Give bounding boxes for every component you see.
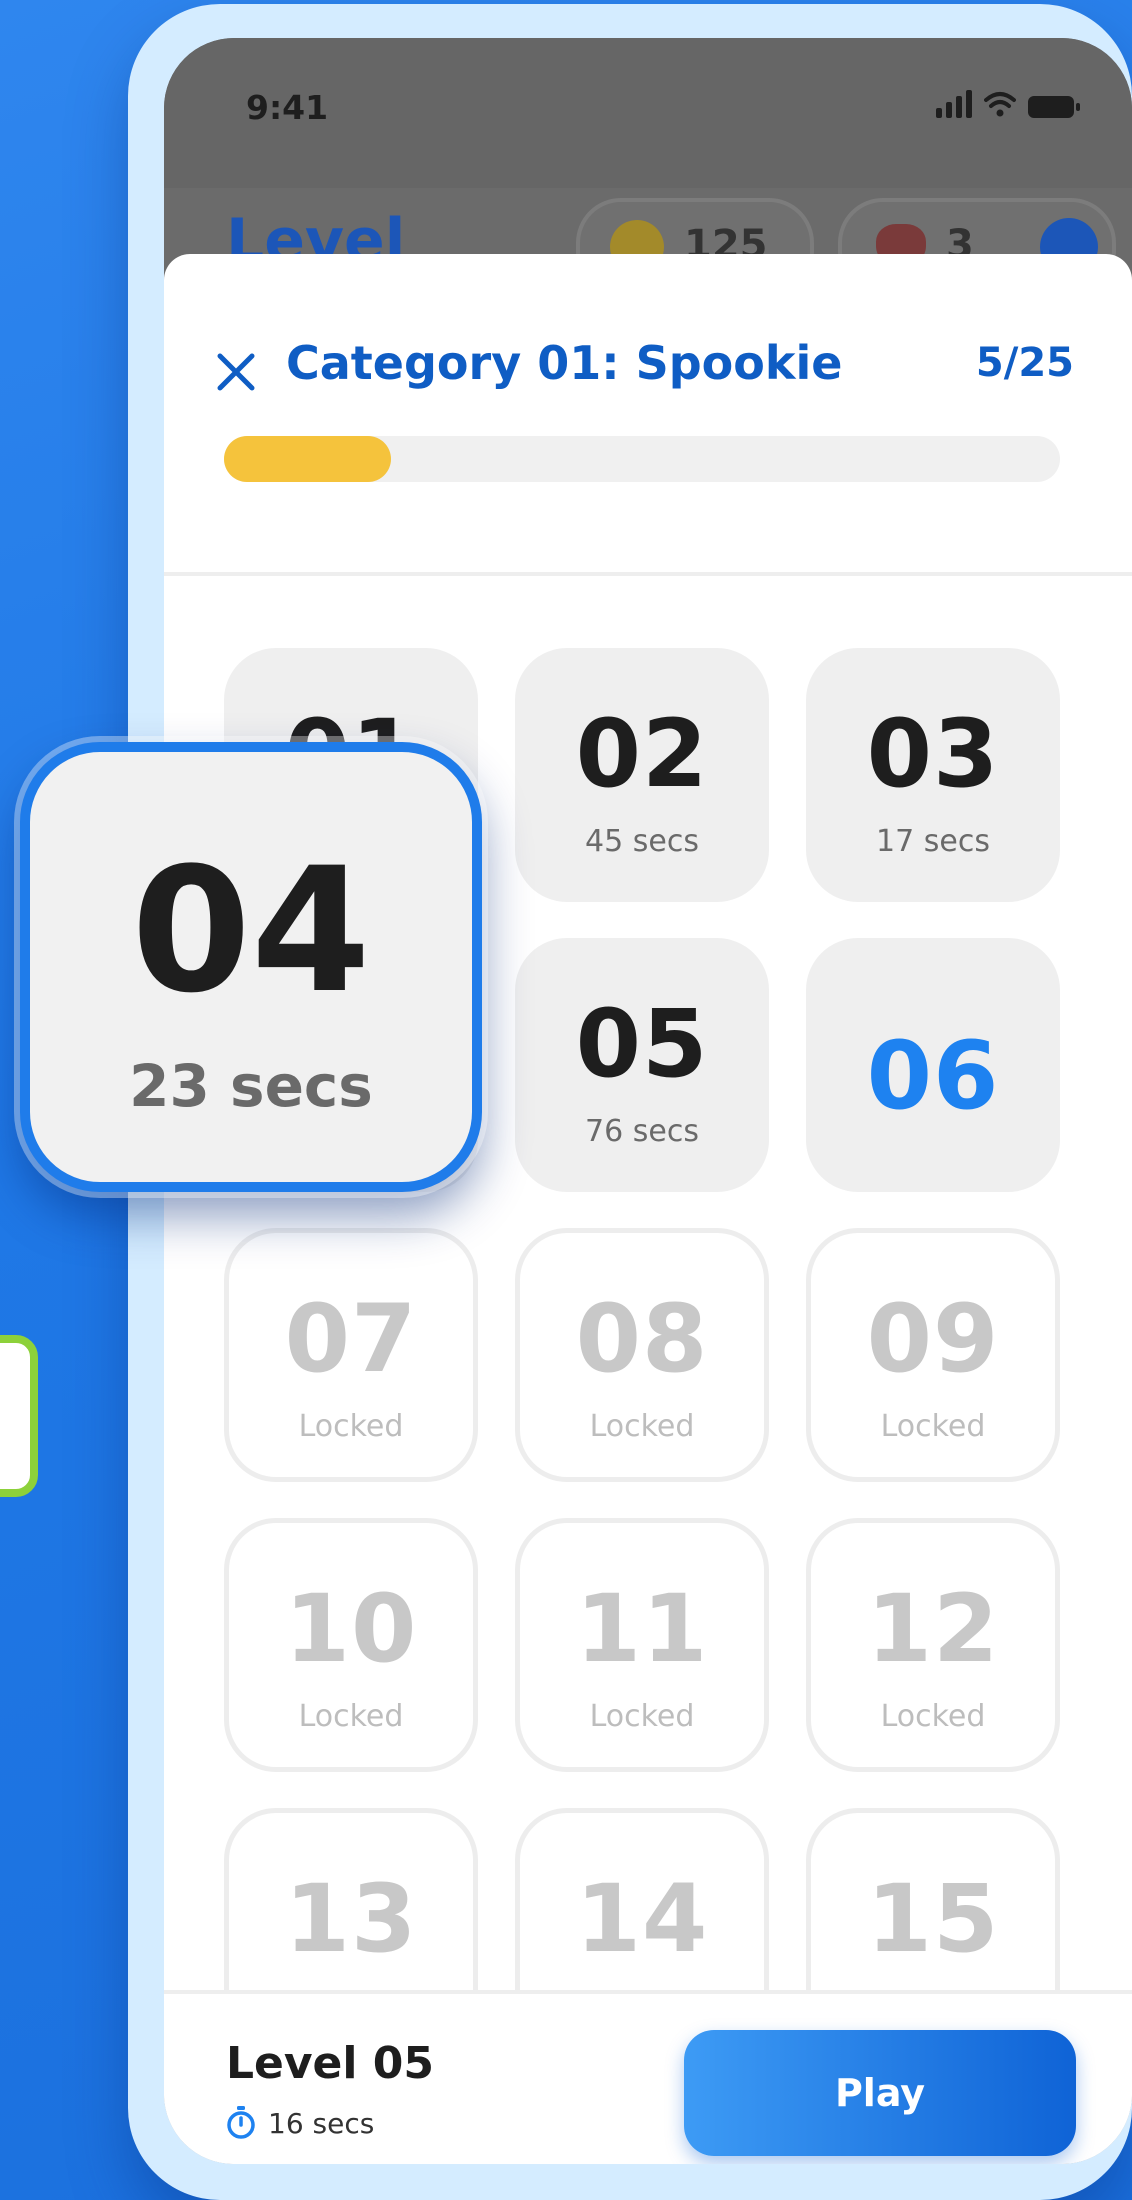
locked-label: Locked — [298, 1699, 404, 1734]
level-number: 07 — [284, 1285, 418, 1394]
level-tile-10: 10 Locked — [224, 1518, 478, 1772]
level-tile-08: 08 Locked — [515, 1228, 769, 1482]
side-peek-card — [0, 1335, 38, 1497]
level-number: 14 — [575, 1865, 709, 1974]
locked-label: Locked — [880, 1699, 986, 1734]
level-number: 02 — [575, 700, 709, 809]
progress-bar-fill — [224, 436, 392, 482]
level-number: 13 — [284, 1865, 418, 1974]
signal-icon — [936, 90, 972, 118]
locked-label: Locked — [589, 1699, 695, 1734]
level-tile-06[interactable]: 06 — [806, 938, 1060, 1192]
status-icons — [936, 90, 1080, 118]
stopwatch-icon — [227, 2106, 255, 2139]
bottom-bar: Level 05 16 secs Play — [164, 1994, 1132, 2164]
level-tile-09: 09 Locked — [806, 1228, 1060, 1482]
progress-bar — [224, 436, 1060, 482]
level-tile-05[interactable]: 05 76 secs — [515, 938, 769, 1192]
locked-label: Locked — [880, 1409, 986, 1444]
level-number: 06 — [866, 1022, 1000, 1131]
level-time: 76 secs — [585, 1114, 699, 1149]
locked-label: Locked — [298, 1409, 404, 1444]
wifi-icon — [984, 92, 1016, 117]
battery-icon — [1028, 96, 1080, 118]
level-tile-07: 07 Locked — [224, 1228, 478, 1482]
level-number: 11 — [575, 1575, 709, 1684]
level-number: 05 — [575, 990, 709, 1099]
highlighted-level-time: 23 secs — [129, 1052, 373, 1120]
level-number: 08 — [575, 1285, 709, 1394]
level-number: 10 — [284, 1575, 418, 1684]
timer-row: 16 secs — [226, 2106, 374, 2140]
locked-label: Locked — [589, 1409, 695, 1444]
level-number: 03 — [866, 700, 1000, 809]
level-tile-12: 12 Locked — [806, 1518, 1060, 1772]
play-button[interactable]: Play — [684, 2030, 1076, 2156]
level-time: 45 secs — [585, 824, 699, 859]
category-title: Category 01: Spookie — [286, 336, 843, 390]
close-icon[interactable] — [214, 350, 258, 394]
status-time: 9:41 — [246, 88, 329, 127]
level-tile-02[interactable]: 02 45 secs — [515, 648, 769, 902]
level-number: 09 — [866, 1285, 1000, 1394]
level-time: 17 secs — [876, 824, 990, 859]
level-select-sheet: Category 01: Spookie 5/25 010245 secs031… — [164, 254, 1132, 2164]
level-tile-03[interactable]: 03 17 secs — [806, 648, 1060, 902]
highlighted-level-number: 04 — [131, 830, 371, 1031]
highlighted-level-card[interactable]: 04 23 secs — [20, 742, 482, 1192]
level-tile-11: 11 Locked — [515, 1518, 769, 1772]
header-divider — [164, 572, 1132, 576]
level-number: 12 — [866, 1575, 1000, 1684]
selected-level-label: Level 05 — [226, 2038, 435, 2089]
progress-count: 5/25 — [975, 340, 1074, 386]
level-number: 15 — [866, 1865, 1000, 1974]
selected-level-time: 16 secs — [268, 2106, 375, 2140]
status-bar: 9:41 — [164, 38, 1132, 188]
